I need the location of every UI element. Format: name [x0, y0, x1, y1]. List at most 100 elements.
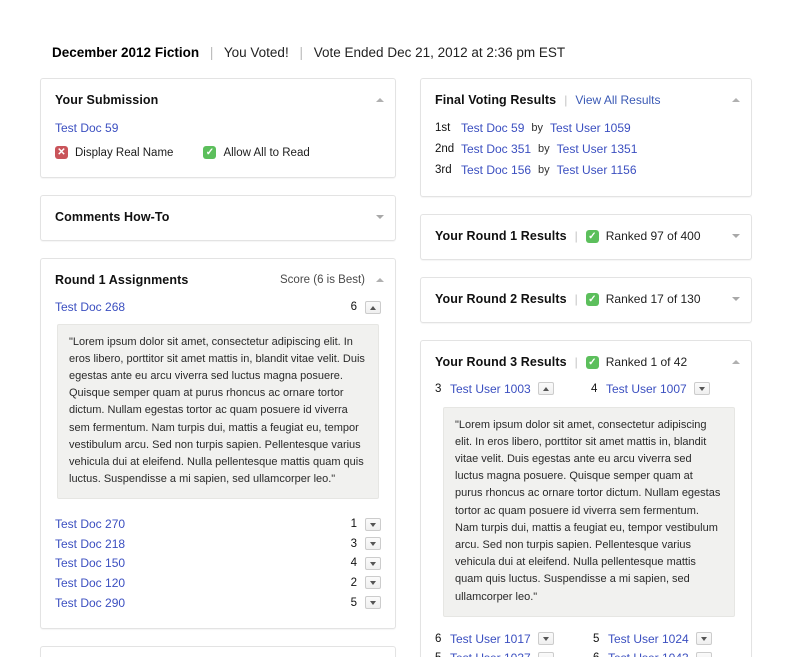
comments-howto-body: [41, 234, 395, 240]
assignment-doc-link[interactable]: Test Doc 150: [55, 556, 125, 570]
reviewer-score: 5: [593, 632, 600, 645]
final-voting-results-header: Final Voting Results | View All Results: [421, 79, 751, 117]
collapse-caret-icon[interactable]: [730, 356, 742, 368]
final-result-by-label: by: [538, 142, 550, 155]
reviewer-stepper[interactable]: [693, 382, 710, 396]
assignment-doc-link-wrap: Test Doc 290: [55, 594, 343, 612]
reviewer-score: 6: [435, 632, 442, 645]
score-stepper[interactable]: [365, 556, 381, 570]
reviewer-stepper[interactable]: [537, 382, 554, 396]
round-3-rank-text: Ranked 1 of 42: [605, 355, 688, 369]
reviewer-stepper[interactable]: [695, 632, 712, 646]
assignment-score: 1: [350, 518, 357, 531]
flag-allow-all-to-read-label: Allow All to Read: [223, 146, 310, 159]
round-1-results-body: [421, 253, 751, 259]
reviewer-row: 5 Test User 1037: [435, 648, 583, 657]
reviewer-user-link[interactable]: Test User 1037: [450, 651, 531, 657]
reviewer-stepper[interactable]: [537, 632, 554, 646]
content-columns: Your Submission Test Doc 59 ✕ Display Re…: [40, 78, 760, 657]
header-separator: |: [574, 355, 578, 369]
reviewer-user-link[interactable]: Test User 1024: [608, 632, 689, 646]
round-1-results-header[interactable]: Your Round 1 Results | ✓ Ranked 97 of 40…: [421, 215, 751, 253]
view-all-results-link[interactable]: View All Results: [575, 93, 660, 107]
score-stepper[interactable]: [365, 596, 381, 609]
round-2-results-body: [421, 316, 751, 322]
final-result-user-link[interactable]: Test User 1059: [550, 121, 631, 135]
final-result-user-link[interactable]: Test User 1156: [557, 163, 637, 177]
assignment-doc-link[interactable]: Test Doc 268: [55, 300, 125, 314]
comments-howto-header[interactable]: Comments How-To: [41, 196, 395, 234]
reviewer-row: 3 Test User 1003: [435, 379, 581, 399]
assignment-row: Test Doc 150 4: [55, 554, 381, 574]
round-3-top-pair: 3 Test User 1003 4 Test User 1007: [435, 379, 737, 399]
round-3-results-body: 3 Test User 1003 4 Test User 1007 "Lorem…: [421, 379, 751, 657]
panel-round-3-results: Your Round 3 Results | ✓ Ranked 1 of 42 …: [420, 340, 752, 657]
final-result-doc-link[interactable]: Test Doc 156: [461, 163, 531, 177]
flag-display-real-name[interactable]: ✕ Display Real Name: [55, 146, 173, 159]
reviewer-user-link[interactable]: Test User 1043: [608, 651, 689, 657]
expand-caret-icon[interactable]: [730, 230, 742, 242]
assignment-score: 3: [350, 537, 357, 550]
header-separator: |: [564, 93, 568, 107]
assignment-score: 6: [350, 301, 357, 314]
final-result-row: 1st Test Doc 59 by Test User 1059: [435, 117, 737, 138]
assignment-row: Test Doc 270 1: [55, 514, 381, 534]
final-result-user-link[interactable]: Test User 1351: [557, 142, 638, 156]
reviewer-user-link[interactable]: Test User 1003: [450, 382, 531, 396]
assignment-doc-link[interactable]: Test Doc 218: [55, 537, 125, 551]
assignment-doc-link[interactable]: Test Doc 270: [55, 517, 125, 531]
left-column: Your Submission Test Doc 59 ✕ Display Re…: [40, 78, 396, 657]
check-badge-icon: ✓: [585, 292, 599, 306]
reviewer-score: 5: [435, 652, 443, 657]
header-separator-2: |: [299, 45, 303, 60]
score-stepper[interactable]: [365, 537, 381, 551]
assignment-doc-link[interactable]: Test Doc 120: [55, 576, 125, 590]
collapse-caret-icon[interactable]: [374, 274, 386, 286]
assignment-doc-link-wrap: Test Doc 218: [55, 535, 343, 553]
panel-round-2-assignments: Round 2 Assignments: [40, 646, 396, 657]
score-stepper[interactable]: [365, 517, 381, 531]
collapse-caret-icon[interactable]: [374, 94, 386, 106]
submission-doc-link[interactable]: Test Doc 59: [55, 121, 118, 135]
round-3-results-header: Your Round 3 Results | ✓ Ranked 1 of 42: [421, 341, 751, 379]
submission-flags: ✕ Display Real Name ✓ Allow All to Read: [55, 146, 381, 161]
assignment-row: Test Doc 290 5: [55, 593, 381, 613]
flag-display-real-name-label: Display Real Name: [75, 146, 174, 159]
your-submission-body: Test Doc 59 ✕ Display Real Name ✓ Allow …: [41, 117, 395, 177]
round-1-rank-text: Ranked 97 of 400: [605, 229, 701, 243]
assignment-score: 4: [350, 557, 357, 570]
final-voting-results-title: Final Voting Results: [435, 93, 557, 107]
round-2-assignments-header[interactable]: Round 2 Assignments: [41, 647, 395, 657]
collapse-caret-icon[interactable]: [730, 94, 742, 106]
assignment-doc-link[interactable]: Test Doc 290: [55, 596, 125, 610]
assignment-doc-link-wrap: Test Doc 268: [55, 298, 343, 316]
reviewer-row: 5 Test User 1024: [593, 629, 741, 649]
reviewer-user-link[interactable]: Test User 1017: [450, 632, 531, 646]
expand-caret-icon[interactable]: [730, 293, 742, 305]
reviewer-user-link[interactable]: Test User 1007: [606, 382, 687, 396]
header-separator: |: [574, 292, 578, 306]
flag-allow-all-to-read[interactable]: ✓ Allow All to Read: [203, 146, 310, 159]
score-stepper[interactable]: [365, 300, 381, 314]
your-submission-header: Your Submission: [41, 79, 395, 117]
comments-howto-title: Comments How-To: [55, 210, 170, 224]
score-stepper[interactable]: [365, 576, 381, 590]
reviewer-score: 4: [591, 382, 598, 395]
round-1-results-title: Your Round 1 Results: [435, 229, 567, 243]
page-root: December 2012 Fiction | You Voted! | Vot…: [0, 0, 800, 657]
final-result-by-label: by: [538, 163, 550, 176]
reviewer-row: 4 Test User 1007: [591, 379, 737, 399]
reviewer-stepper[interactable]: [537, 651, 554, 657]
round-2-results-title: Your Round 2 Results: [435, 292, 567, 306]
final-result-doc-link[interactable]: Test Doc 59: [461, 121, 524, 135]
reviewer-row: 6 Test User 1043: [593, 648, 741, 657]
reviewer-stepper[interactable]: [695, 651, 712, 657]
round-2-results-header[interactable]: Your Round 2 Results | ✓ Ranked 17 of 13…: [421, 278, 751, 316]
expand-caret-icon[interactable]: [374, 211, 386, 223]
final-result-doc-link[interactable]: Test Doc 351: [461, 142, 531, 156]
vote-status: You Voted!: [223, 45, 289, 60]
round-1-assignments-body: Test Doc 268 6 "Lorem ipsum dolor sit am…: [41, 297, 395, 628]
panel-round-1-assignments: Round 1 Assignments Score (6 is Best) Te…: [40, 258, 396, 630]
reviewer-score: 6: [593, 652, 601, 657]
vote-end-time: Vote Ended Dec 21, 2012 at 2:36 pm EST: [313, 45, 566, 60]
